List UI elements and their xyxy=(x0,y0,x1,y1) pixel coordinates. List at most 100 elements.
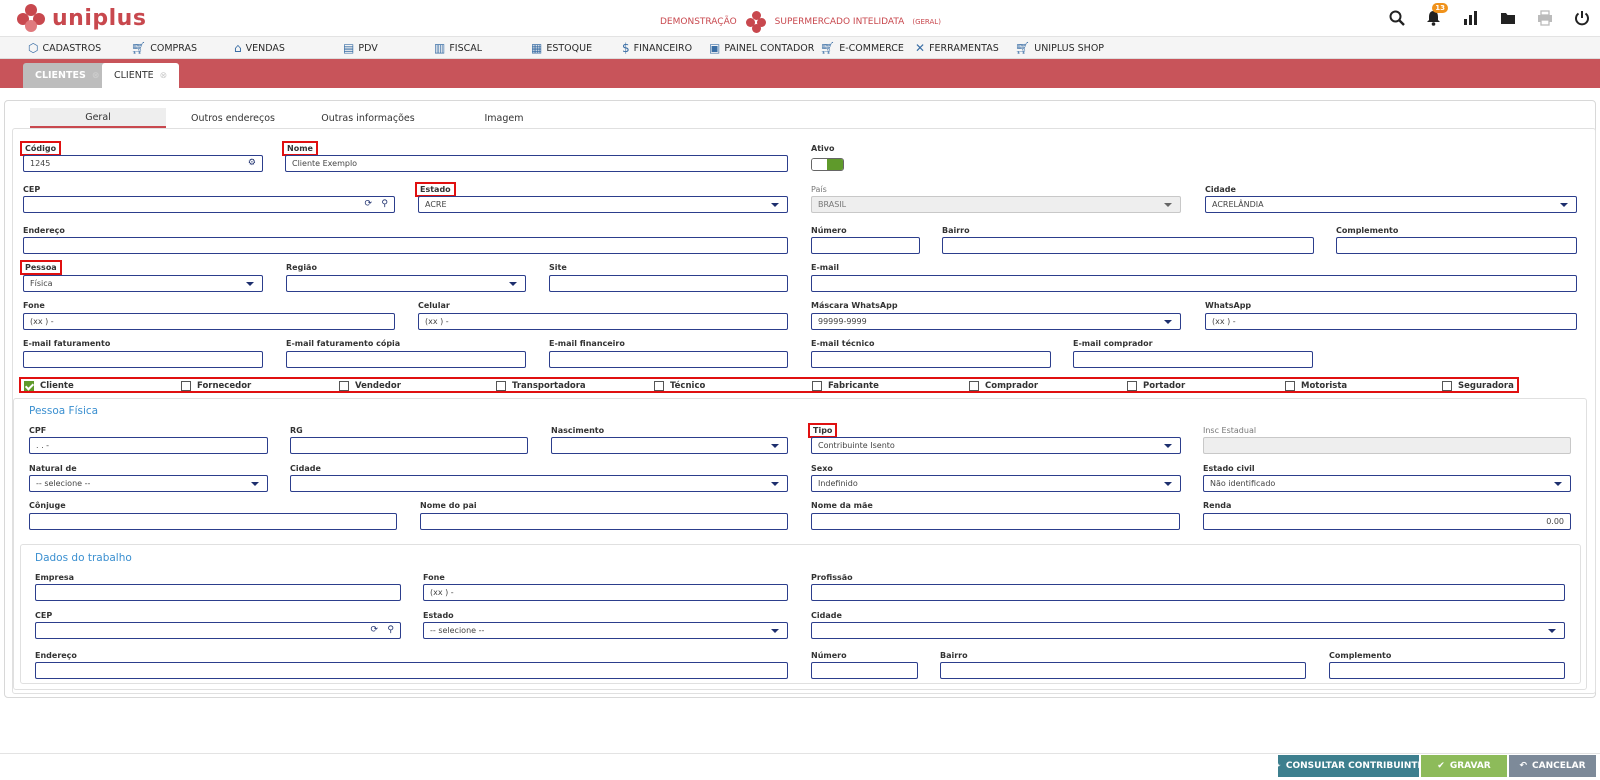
menu-ferramentas[interactable]: ✕ FERRAMENTAS xyxy=(915,37,999,59)
profissao-input[interactable] xyxy=(811,584,1565,601)
email-faturamento-input[interactable] xyxy=(23,351,263,368)
conjuge-input[interactable] xyxy=(29,513,397,530)
email-faturamento-copia-input[interactable] xyxy=(286,351,526,368)
nome-input[interactable]: Cliente Exemplo xyxy=(285,155,788,172)
menu-painel-contador[interactable]: ▣ PAINEL CONTADOR xyxy=(709,37,814,59)
role-tecnico[interactable]: Técnico xyxy=(654,381,705,391)
estado-civil-select[interactable]: Não identificado xyxy=(1203,475,1571,492)
regiao-select[interactable] xyxy=(286,275,526,292)
tab-cliente[interactable]: CLIENTE ⊗ xyxy=(102,63,180,88)
menu-uniplus-shop[interactable]: 🛒︎ UNIPLUS SHOP xyxy=(1015,37,1104,59)
trabalho-cidade-select[interactable] xyxy=(811,622,1565,639)
role-motorista[interactable]: Motorista xyxy=(1285,381,1347,391)
subtab-imagem[interactable]: Imagem xyxy=(436,108,572,128)
trabalho-estado-select[interactable]: -- selecione -- xyxy=(423,622,788,639)
search-icon[interactable] xyxy=(1378,0,1415,36)
cidade-select[interactable]: ACRELÂNDIA xyxy=(1205,196,1577,213)
map-pin-icon[interactable]: ⚲ xyxy=(387,625,394,635)
pessoa-select[interactable]: Física xyxy=(23,275,263,292)
email-input[interactable] xyxy=(811,275,1577,292)
power-icon[interactable] xyxy=(1563,0,1600,36)
map-pin-icon[interactable]: ⚲ xyxy=(381,199,388,209)
menu-compras[interactable]: 🛒︎ COMPRAS xyxy=(131,37,197,59)
nome-pai-input[interactable] xyxy=(420,513,788,530)
menu-estoque[interactable]: ▦ ESTOQUE xyxy=(531,37,592,59)
checkbox[interactable] xyxy=(1285,381,1295,391)
mascara-whatsapp-select[interactable]: 99999-9999 xyxy=(811,313,1181,330)
checkbox[interactable] xyxy=(1442,381,1452,391)
role-portador[interactable]: Portador xyxy=(1127,381,1185,391)
pf-cidade-select[interactable] xyxy=(290,475,788,492)
menu-fiscal[interactable]: ▥ FISCAL xyxy=(434,37,482,59)
estado-label: Estado xyxy=(415,182,456,197)
menu-vendas[interactable]: ⌂ VENDAS xyxy=(234,37,285,59)
nascimento-select[interactable] xyxy=(551,437,788,454)
refresh-icon[interactable]: ⟳ xyxy=(364,199,372,209)
role-fabricante[interactable]: Fabricante xyxy=(812,381,879,391)
role-fornecedor[interactable]: Fornecedor xyxy=(181,381,251,391)
consultar-contribuinte-button[interactable]: ❧ CONSULTAR CONTRIBUINTE xyxy=(1273,755,1424,777)
trabalho-endereco-input[interactable] xyxy=(35,662,788,679)
logo[interactable]: uniplus xyxy=(16,3,146,33)
role-transportadora[interactable]: Transportadora xyxy=(496,381,586,391)
checkbox-checked[interactable] xyxy=(24,381,34,391)
email-comprador-input[interactable] xyxy=(1073,351,1313,368)
whatsapp-input[interactable]: (xx ) - xyxy=(1205,313,1577,330)
role-cliente[interactable]: Cliente xyxy=(24,381,74,391)
email-financeiro-input[interactable] xyxy=(549,351,788,368)
menu-cadastros[interactable]: ⬡ CADASTROS xyxy=(28,37,101,59)
estado-select[interactable]: ACRE xyxy=(418,196,788,213)
gravar-button[interactable]: ✔ GRAVAR xyxy=(1421,755,1507,777)
menu-ecommerce[interactable]: 🛒︎ E-COMMERCE xyxy=(820,37,904,59)
menu-pdv[interactable]: ▤ PDV xyxy=(343,37,378,59)
trabalho-cep-input[interactable]: ⟳ ⚲ xyxy=(35,622,401,639)
close-icon[interactable]: ⊗ xyxy=(160,71,168,81)
subtab-outros-enderecos[interactable]: Outros endereços xyxy=(166,108,300,128)
empresa-input[interactable] xyxy=(35,584,401,601)
endereco-input[interactable] xyxy=(23,237,788,254)
trabalho-bairro-input[interactable] xyxy=(940,662,1306,679)
tab-clientes[interactable]: CLIENTES ⊗ xyxy=(23,63,112,88)
subtab-outras-informacoes[interactable]: Outras informações xyxy=(300,108,436,128)
checkbox[interactable] xyxy=(654,381,664,391)
checkbox[interactable] xyxy=(339,381,349,391)
checkbox[interactable] xyxy=(181,381,191,391)
chart-icon[interactable] xyxy=(1452,0,1489,36)
gear-icon[interactable]: ⚙ xyxy=(248,158,256,168)
sexo-select[interactable]: Indefinido xyxy=(811,475,1181,492)
site-input[interactable] xyxy=(549,275,788,292)
rg-input[interactable] xyxy=(290,437,528,454)
nome-mae-input[interactable] xyxy=(811,513,1180,530)
ativo-toggle[interactable] xyxy=(811,158,844,171)
role-seguradora[interactable]: Seguradora xyxy=(1442,381,1514,391)
celular-input[interactable]: (xx ) - xyxy=(418,313,788,330)
company-info[interactable]: DEMONSTRAÇÃO SUPERMERCADO INTELIDATA (GE… xyxy=(660,11,941,33)
trabalho-complemento-input[interactable] xyxy=(1329,662,1565,679)
tipo-select[interactable]: Contribuinte Isento xyxy=(811,437,1181,454)
menu-financeiro[interactable]: $ FINANCEIRO xyxy=(622,37,692,59)
fone-input[interactable]: (xx ) - xyxy=(23,313,395,330)
bairro-input[interactable] xyxy=(942,237,1314,254)
cpf-input[interactable]: . . - xyxy=(29,437,268,454)
checkbox[interactable] xyxy=(812,381,822,391)
folder-icon[interactable] xyxy=(1489,0,1526,36)
trabalho-numero-input[interactable] xyxy=(811,662,918,679)
checkbox[interactable] xyxy=(1127,381,1137,391)
close-icon[interactable]: ⊗ xyxy=(92,71,100,81)
role-vendedor[interactable]: Vendedor xyxy=(339,381,401,391)
complemento-input[interactable] xyxy=(1336,237,1577,254)
checkbox[interactable] xyxy=(969,381,979,391)
subtab-geral[interactable]: Geral xyxy=(30,108,166,128)
email-tecnico-input[interactable] xyxy=(811,351,1051,368)
codigo-input[interactable]: 1245 ⚙ xyxy=(23,155,263,172)
numero-input[interactable] xyxy=(811,237,920,254)
refresh-icon[interactable]: ⟳ xyxy=(370,625,378,635)
natural-de-select[interactable]: -- selecione -- xyxy=(29,475,268,492)
checkbox[interactable] xyxy=(496,381,506,391)
cep-input[interactable]: ⟳ ⚲ xyxy=(23,196,395,213)
renda-input[interactable]: 0.00 xyxy=(1203,513,1571,530)
bell-icon[interactable]: 13 xyxy=(1415,0,1452,36)
role-comprador[interactable]: Comprador xyxy=(969,381,1038,391)
trabalho-fone-input[interactable]: (xx ) - xyxy=(423,584,788,601)
cancelar-button[interactable]: ↶ CANCELAR xyxy=(1509,755,1596,777)
